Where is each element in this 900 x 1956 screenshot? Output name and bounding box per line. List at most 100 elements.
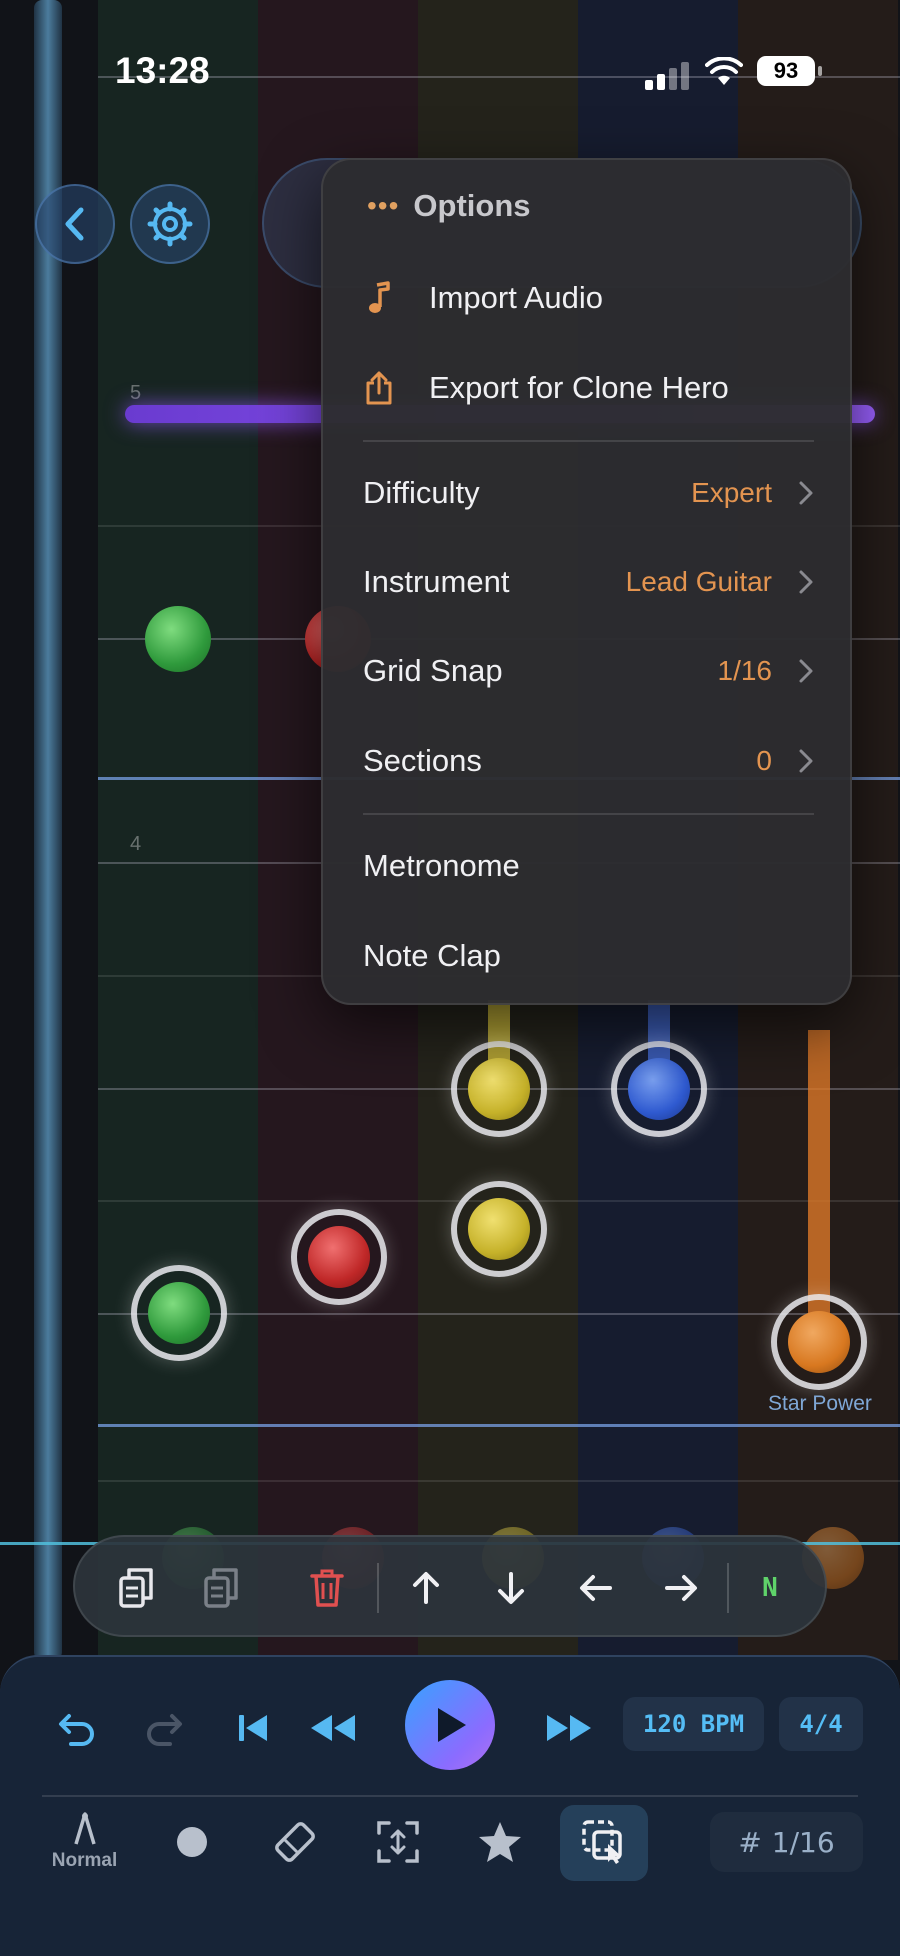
beat-line — [98, 1480, 900, 1482]
settings-button[interactable] — [130, 184, 210, 264]
grid-snap-value: 1/16 — [771, 1825, 835, 1859]
back-button[interactable] — [35, 184, 115, 264]
rewind-button[interactable] — [305, 1703, 361, 1753]
skip-back-icon — [239, 1715, 267, 1741]
note-yellow[interactable] — [451, 1181, 547, 1277]
measure-number: 5 — [130, 382, 142, 404]
mode-label: Normal — [51, 1850, 118, 1871]
arrow-left-icon — [580, 1575, 612, 1601]
music-note-icon — [363, 280, 395, 316]
menu-item-label: Export for Clone Hero — [429, 370, 729, 405]
note-green[interactable] — [131, 1265, 227, 1361]
circle-note-icon — [177, 1827, 207, 1857]
toolbar-divider — [727, 1563, 729, 1613]
chevron-right-icon — [799, 749, 813, 773]
delete-button[interactable] — [300, 1561, 354, 1615]
menu-row-instrument[interactable]: Instrument Lead Guitar — [323, 542, 854, 622]
redo-icon — [147, 1714, 182, 1746]
normal-mode-button[interactable] — [55, 1806, 115, 1850]
wifi-icon — [705, 56, 743, 92]
menu-divider — [363, 440, 814, 442]
ellipsis-icon: ••• — [367, 190, 400, 221]
multi-select-tool-icon-wrap — [574, 1812, 634, 1872]
trash-icon — [310, 1569, 344, 1607]
measure-number: 4 — [130, 833, 142, 855]
menu-divider — [363, 813, 814, 815]
menu-row-note-clap[interactable]: Note Clap — [323, 916, 854, 996]
menu-item-import-audio[interactable]: Import Audio — [323, 258, 854, 338]
toggle-label: Metronome — [363, 848, 520, 883]
chevron-right-icon — [799, 659, 813, 683]
note-yellow[interactable] — [451, 1041, 547, 1137]
menu-item-export-clone-hero[interactable]: Export for Clone Hero — [323, 348, 854, 428]
fast-forward-button[interactable] — [541, 1703, 597, 1753]
grid-icon: # — [738, 1825, 762, 1859]
setting-value: 0 — [756, 745, 772, 776]
skip-to-start-button[interactable] — [228, 1703, 278, 1753]
menu-row-metronome[interactable]: Metronome — [323, 826, 854, 906]
setting-value: 1/16 — [717, 655, 773, 686]
battery-icon: 93 — [757, 56, 822, 86]
eraser-tool-button[interactable] — [265, 1812, 325, 1872]
note-tool-button[interactable] — [162, 1812, 222, 1872]
multi-select-icon — [582, 1820, 622, 1864]
chevron-right-icon — [799, 481, 813, 505]
note-orange[interactable] — [771, 1294, 867, 1390]
panel-divider — [42, 1795, 858, 1797]
menu-row-sections[interactable]: Sections 0 — [323, 721, 854, 801]
fast-forward-icon — [547, 1715, 591, 1741]
setting-value: Expert — [691, 477, 772, 508]
toolbar-divider — [377, 1563, 379, 1613]
move-left-button[interactable] — [569, 1561, 623, 1615]
setting-label: Sections — [363, 743, 482, 778]
star-power-tool-button[interactable] — [470, 1812, 530, 1872]
signal-icon — [645, 62, 689, 90]
note-type-button[interactable]: N — [743, 1561, 797, 1615]
undo-icon — [59, 1714, 94, 1746]
menu-item-label: Import Audio — [429, 280, 604, 315]
copy-icon — [119, 1568, 153, 1608]
note-blue[interactable] — [611, 1041, 707, 1137]
copy-button[interactable] — [110, 1561, 164, 1615]
note-red[interactable] — [291, 1209, 387, 1305]
undo-button[interactable] — [52, 1703, 102, 1753]
move-right-button[interactable] — [654, 1561, 708, 1615]
bpm-display[interactable]: 120 BPM — [623, 1697, 764, 1751]
selection-icon — [377, 1821, 419, 1863]
menu-header: ••• Options — [367, 188, 531, 224]
chevron-left-icon — [65, 207, 84, 241]
grid-snap-button[interactable]: # 1/16 — [710, 1812, 863, 1872]
eraser-icon — [275, 1822, 315, 1862]
options-menu[interactable]: ••• Options Import Audio Export for Clon… — [321, 158, 852, 1005]
gear-icon — [147, 201, 193, 247]
chevron-right-icon — [799, 570, 813, 594]
setting-value: Lead Guitar — [625, 566, 772, 597]
menu-row-difficulty[interactable]: Difficulty Expert — [323, 453, 854, 533]
rewind-icon — [311, 1715, 355, 1741]
arrow-right-icon — [665, 1575, 697, 1601]
paste-icon — [204, 1568, 238, 1608]
status-time: 13:28 — [115, 50, 210, 91]
move-down-button[interactable] — [484, 1561, 538, 1615]
share-icon — [363, 370, 395, 406]
play-icon — [438, 1708, 466, 1742]
star-power-label: Star Power — [768, 1392, 872, 1415]
arrow-up-icon — [413, 1572, 439, 1604]
section-line — [98, 1424, 900, 1427]
move-up-button[interactable] — [399, 1561, 453, 1615]
star-icon — [479, 1822, 521, 1862]
setting-label: Grid Snap — [363, 653, 503, 688]
redo-button[interactable] — [139, 1703, 189, 1753]
time-signature-display[interactable]: 4/4 — [779, 1697, 863, 1751]
note-green[interactable] — [130, 591, 226, 687]
menu-row-grid-snap[interactable]: Grid Snap 1/16 — [323, 631, 854, 711]
arrow-down-icon — [498, 1572, 524, 1604]
edit-toolbar: N — [73, 1535, 827, 1637]
setting-label: Difficulty — [363, 475, 480, 510]
toggle-label: Note Clap — [363, 938, 501, 973]
menu-title: Options — [413, 188, 531, 223]
setting-label: Instrument — [363, 564, 510, 599]
select-tool-button[interactable] — [368, 1812, 428, 1872]
paste-button[interactable] — [195, 1561, 249, 1615]
play-button[interactable] — [405, 1680, 495, 1770]
